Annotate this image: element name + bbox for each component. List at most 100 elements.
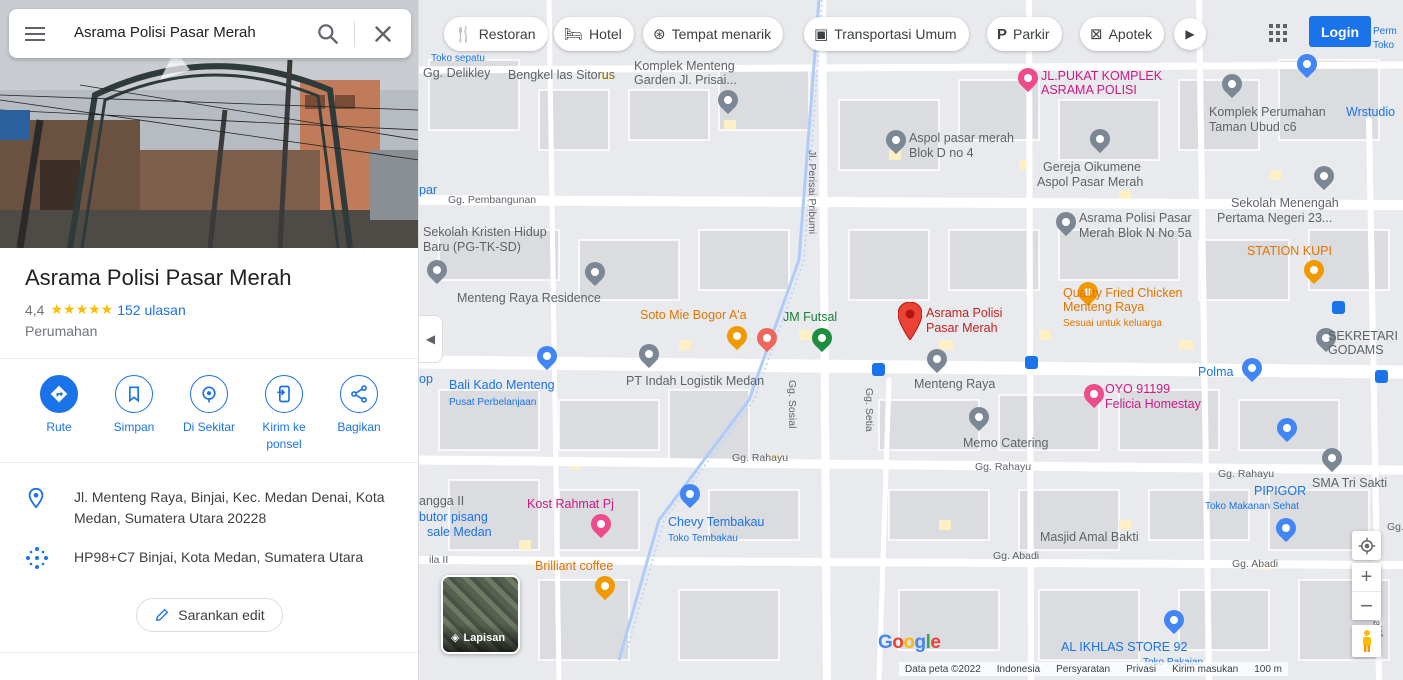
shopping-pin-icon[interactable] <box>1159 605 1189 636</box>
suggest-edit-button[interactable]: Sarankan edit <box>136 598 283 632</box>
close-icon[interactable] <box>370 21 396 47</box>
map-label: Menteng Raya <box>1063 300 1145 314</box>
chip-tempat-menarik[interactable]: ⊛ Tempat menarik <box>643 17 784 51</box>
shopping-pin-icon[interactable] <box>1271 513 1301 544</box>
restaurant-pin-icon[interactable] <box>722 321 752 352</box>
hotel-icon: 🛏 <box>564 26 584 43</box>
hotel-pin-icon[interactable] <box>1079 379 1109 410</box>
place-pin-icon[interactable] <box>1051 207 1081 238</box>
directions-button[interactable]: Rute <box>29 375 89 436</box>
bus-stop-icon[interactable] <box>1332 301 1345 314</box>
cafe-pin-icon[interactable] <box>1299 255 1329 286</box>
layers-icon: ◈ <box>451 632 460 644</box>
apps-grid-icon[interactable] <box>1268 23 1288 43</box>
layers-toggle[interactable]: ◈ Lapisan <box>441 575 520 654</box>
selected-place-label[interactable]: Asrama Polisi <box>926 306 1002 321</box>
map-label: AL IKHLAS STORE 92 <box>1061 640 1188 654</box>
map-label: Sesuai untuk keluarga <box>1063 318 1162 329</box>
region-link[interactable]: Indonesia <box>997 664 1040 675</box>
map-label: Masjid Amal Bakti <box>1040 530 1139 544</box>
shopping-pin-icon[interactable] <box>675 479 705 510</box>
chip-label: Apotek <box>1108 26 1153 42</box>
chip-parkir[interactable]: P Parkir <box>987 17 1062 51</box>
plus-code-text: HP98+C7 Binjai, Kota Medan, Sumatera Uta… <box>74 549 364 565</box>
shopping-pin-icon[interactable] <box>532 341 562 372</box>
place-pin-icon[interactable] <box>922 344 952 375</box>
zoom-in-button[interactable]: + <box>1352 564 1381 592</box>
place-category[interactable]: Perumahan <box>25 323 97 339</box>
map-label: STATION KUPI <box>1247 244 1332 258</box>
hotel-pin-icon[interactable] <box>1013 63 1043 94</box>
terms-link[interactable]: Persyaratan <box>1056 664 1110 675</box>
school-pin-icon[interactable] <box>1317 443 1347 474</box>
place-pin-icon[interactable] <box>881 125 911 156</box>
zoom-out-button[interactable]: − <box>1352 592 1381 620</box>
menu-icon[interactable] <box>25 25 47 43</box>
send-to-phone-button[interactable]: Kirim ke ponsel <box>254 375 314 453</box>
map-label: butor pisang <box>419 510 488 524</box>
feedback-link[interactable]: Kirim masukan <box>1172 664 1238 675</box>
road-label: Gg. Setia <box>863 388 875 432</box>
map-canvas[interactable]: 🍴 Restoran 🛏 Hotel ⊛ Tempat menarik ▣ Transp… <box>419 0 1403 680</box>
sports-pin-icon[interactable] <box>807 323 837 354</box>
selected-place-marker-icon[interactable] <box>898 302 922 340</box>
scale-label[interactable]: 100 m <box>1254 664 1282 675</box>
chip-hotel[interactable]: 🛏 Hotel <box>554 17 634 51</box>
layers-label: Lapisan <box>463 632 506 644</box>
google-logo: Google <box>878 632 941 653</box>
share-button[interactable]: Bagikan <box>329 375 389 436</box>
chip-transportasi[interactable]: ▣ Transportasi Umum <box>804 17 969 51</box>
map-label: OYO 91199 <box>1105 382 1171 396</box>
bus-stop-icon[interactable] <box>872 363 885 376</box>
road-label: Gg. Sosial <box>786 380 798 429</box>
chip-label: Transportasi Umum <box>834 26 957 42</box>
hospital-pin-icon[interactable] <box>752 323 782 354</box>
road-label: Gg. Rahayu <box>732 452 789 464</box>
selected-place-label[interactable]: Pasar Merah <box>926 321 998 336</box>
place-pin-icon[interactable] <box>1217 69 1247 100</box>
reviews-link[interactable]: 152 ulasan <box>117 302 186 318</box>
chips-next-button[interactable]: ▶ <box>1174 18 1206 50</box>
shopping-pin-icon[interactable] <box>1292 49 1322 80</box>
send-to-phone-label: Kirim ke ponsel <box>262 420 306 451</box>
school-pin-icon[interactable] <box>1309 161 1339 192</box>
nearby-button[interactable]: Di Sekitar <box>179 375 239 436</box>
search-icon[interactable] <box>315 21 341 47</box>
place-pin-icon[interactable] <box>964 402 994 433</box>
shopping-pin-icon[interactable] <box>1272 413 1302 444</box>
place-pin-icon[interactable] <box>580 257 610 288</box>
save-label: Simpan <box>113 420 155 434</box>
save-button[interactable]: Simpan <box>104 375 164 436</box>
map-label: Soto Mie Bogor A'a <box>640 308 747 322</box>
bus-stop-icon[interactable] <box>1025 356 1038 369</box>
map-data-credit: Data peta ©2022 <box>905 663 981 675</box>
chip-label: Hotel <box>589 26 622 42</box>
map-label: sale Medan <box>427 525 492 539</box>
nearby-icon <box>202 386 216 403</box>
collapse-panel-button[interactable]: ◀ <box>419 315 443 363</box>
my-location-button[interactable] <box>1352 531 1381 560</box>
map-label: Quality Fried Chicken <box>1063 286 1183 300</box>
privacy-link[interactable]: Privasi <box>1126 664 1156 675</box>
road-label: Gg. <box>1387 521 1403 533</box>
place-pin-icon[interactable] <box>713 85 743 116</box>
hotel-pin-icon[interactable] <box>586 509 616 540</box>
bus-stop-icon[interactable] <box>1375 370 1388 383</box>
map-label: Baru (PG-TK-SD) <box>423 240 521 254</box>
chip-apotek[interactable]: ⊠ Apotek <box>1080 17 1165 51</box>
pegman-icon <box>1362 630 1371 652</box>
street-view-pegman[interactable] <box>1352 625 1381 657</box>
login-button[interactable]: Login <box>1309 16 1371 47</box>
shopping-pin-icon[interactable] <box>1237 353 1267 384</box>
church-pin-icon[interactable] <box>1085 124 1115 155</box>
nearby-label: Di Sekitar <box>182 420 235 434</box>
chip-restoran[interactable]: 🍴 Restoran <box>444 17 548 51</box>
school-pin-icon[interactable] <box>422 255 452 286</box>
transit-icon: ▣ <box>814 26 829 43</box>
search-input[interactable]: Asrama Polisi Pasar Merah <box>74 24 256 41</box>
place-pin-icon[interactable] <box>634 339 664 370</box>
cafe-pin-icon[interactable] <box>590 571 620 602</box>
map-label: GODAMS <box>1328 343 1384 357</box>
map-label: Felicia Homestay <box>1105 397 1201 411</box>
map-label: Toko sepatu <box>431 53 485 64</box>
